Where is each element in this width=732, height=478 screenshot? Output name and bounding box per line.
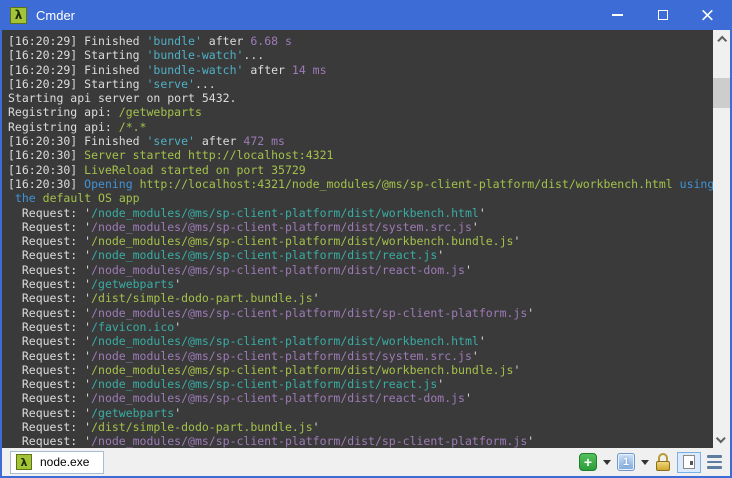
terminal-line: Registring api: /*.* bbox=[8, 119, 147, 134]
terminal-line: Request: '/node_modules/@ms/sp-client-pl… bbox=[8, 362, 521, 377]
terminal-output[interactable]: [16:20:29] Finished 'bundle' after 6.68 … bbox=[2, 30, 713, 448]
cmder-window: λ Cmder × [16:20:29] Finished 'bundle' a… bbox=[0, 0, 732, 478]
terminal-line: Request: '/getwebparts' bbox=[8, 277, 182, 292]
titlebar[interactable]: λ Cmder × bbox=[2, 0, 730, 30]
terminal-line: [16:20:30] Finished 'serve' after 472 ms bbox=[8, 134, 285, 149]
close-icon: × bbox=[699, 3, 716, 26]
terminal-line: [16:20:29] Starting 'serve'... bbox=[8, 76, 216, 91]
terminal-line: Request: '/node_modules/@ms/sp-client-pl… bbox=[8, 262, 472, 277]
terminal-line: Request: '/dist/simple-dodo-part.bundle.… bbox=[8, 291, 320, 306]
terminal-line: Request: '/node_modules/@ms/sp-client-pl… bbox=[8, 391, 472, 406]
maximize-icon bbox=[657, 10, 668, 20]
terminal-line: Request: '/node_modules/@ms/sp-client-pl… bbox=[8, 234, 521, 249]
lambda-glyph: λ bbox=[20, 455, 28, 469]
lock-shackle bbox=[658, 453, 668, 461]
terminal-line: [16:20:29] Starting 'bundle-watch'... bbox=[8, 48, 265, 63]
terminal-line: [16:20:30] Server started http://localho… bbox=[8, 148, 334, 163]
window-pane-icon bbox=[683, 455, 695, 469]
terminal-line: Request: '/dist/simple-dodo-part.bundle.… bbox=[8, 420, 320, 435]
active-console-button[interactable]: 1 bbox=[617, 453, 635, 471]
scroll-up-button[interactable] bbox=[713, 30, 730, 46]
maximize-button[interactable] bbox=[640, 0, 685, 30]
window-controls: × bbox=[595, 0, 730, 30]
terminal-line: [16:20:30] LiveReload started on port 35… bbox=[8, 162, 306, 177]
terminal-line: the default OS app bbox=[14, 191, 140, 206]
terminal-line: Request: '/node_modules/@ms/sp-client-pl… bbox=[8, 334, 486, 349]
tab-label: node.exe bbox=[40, 455, 90, 469]
console-count: 1 bbox=[622, 456, 630, 468]
menu-button[interactable] bbox=[707, 455, 722, 469]
console-area: [16:20:29] Finished 'bundle' after 6.68 … bbox=[2, 30, 730, 448]
scroll-down-button[interactable] bbox=[713, 432, 730, 448]
statusbar-actions: + 1 bbox=[579, 451, 722, 473]
close-button[interactable]: × bbox=[685, 0, 730, 30]
minimize-button[interactable] bbox=[595, 0, 640, 30]
terminal-line: Request: '/node_modules/@ms/sp-client-pl… bbox=[8, 248, 445, 263]
scroll-lock-toggle-button[interactable] bbox=[677, 451, 701, 473]
terminal-line: Request: '/node_modules/@ms/sp-client-pl… bbox=[8, 348, 479, 363]
new-console-button[interactable]: + bbox=[579, 453, 597, 471]
terminal-line: Request: '/node_modules/@ms/sp-client-pl… bbox=[8, 205, 486, 220]
terminal-line: Request: '/node_modules/@ms/sp-client-pl… bbox=[8, 434, 535, 448]
cmder-logo-icon: λ bbox=[10, 6, 27, 24]
chevron-up-icon bbox=[717, 35, 728, 46]
terminal-line: Registring api: /getwebparts bbox=[8, 105, 202, 120]
lock-icon[interactable] bbox=[655, 453, 671, 471]
terminal-line: Request: '/node_modules/@ms/sp-client-pl… bbox=[8, 219, 479, 234]
lambda-icon: λ bbox=[16, 454, 32, 470]
tab-node-exe[interactable]: λ node.exe bbox=[10, 450, 105, 474]
terminal-line: Request: '/getwebparts' bbox=[8, 405, 182, 420]
scrollbar-thumb[interactable] bbox=[713, 78, 730, 108]
window-title: Cmder bbox=[36, 7, 76, 23]
chevron-down-icon bbox=[715, 432, 726, 443]
menu-icon bbox=[707, 455, 722, 458]
console-list-dropdown-icon[interactable] bbox=[641, 459, 649, 465]
terminal-line: [16:20:29] Finished 'bundle-watch' after… bbox=[8, 62, 327, 77]
terminal-line: Starting api server on port 5432. bbox=[8, 91, 237, 106]
terminal-line: Request: '/node_modules/@ms/sp-client-pl… bbox=[8, 305, 535, 320]
terminal-line: [16:20:29] Finished 'bundle' after 6.68 … bbox=[8, 34, 292, 48]
plus-icon: + bbox=[583, 454, 593, 470]
lambda-glyph: λ bbox=[14, 8, 23, 22]
lock-body bbox=[656, 461, 670, 471]
terminal-line: Request: '/favicon.ico' bbox=[8, 319, 182, 334]
statusbar: λ node.exe + 1 bbox=[2, 448, 730, 476]
terminal-line: [16:20:30] Opening http://localhost:4321… bbox=[8, 176, 713, 191]
new-console-dropdown-icon[interactable] bbox=[603, 459, 611, 465]
terminal-scrollbar[interactable] bbox=[713, 30, 730, 448]
terminal-line: Request: '/node_modules/@ms/sp-client-pl… bbox=[8, 377, 445, 392]
minimize-icon bbox=[612, 14, 623, 16]
